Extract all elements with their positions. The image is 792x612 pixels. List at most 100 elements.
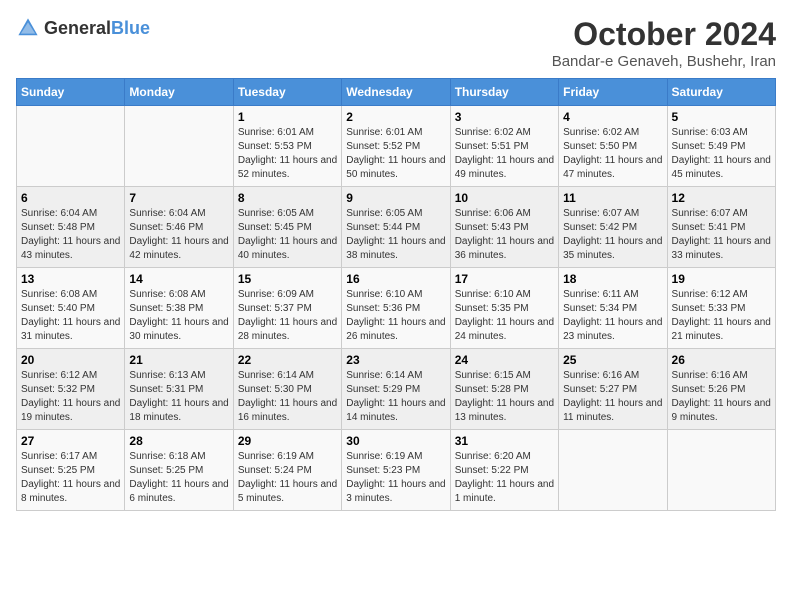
calendar-cell: 16Sunrise: 6:10 AMSunset: 5:36 PMDayligh…: [342, 268, 450, 349]
day-number: 24: [455, 353, 554, 367]
column-header-wednesday: Wednesday: [342, 79, 450, 106]
day-number: 29: [238, 434, 337, 448]
calendar-cell: 25 Sunrise: 6:16 AMSunset: 5:27 PMDayligh…: [559, 349, 667, 430]
column-header-thursday: Thursday: [450, 79, 558, 106]
day-number: 13: [21, 272, 120, 286]
calendar-cell: 7 Sunrise: 6:04 AMSunset: 5:46 PMDaylight…: [125, 187, 233, 268]
day-number: 23: [346, 353, 445, 367]
calendar-cell: 31 Sunrise: 6:20 AMSunset: 5:22 PMDayligh…: [450, 430, 558, 511]
calendar-cell: 23 Sunrise: 6:14 AMSunset: 5:29 PMDayligh…: [342, 349, 450, 430]
logo-text-blue: Blue: [111, 18, 150, 38]
day-number: 11: [563, 191, 662, 205]
day-info: Sunrise: 6:02 AMSunset: 5:50 PMDaylight:…: [563, 126, 662, 182]
day-info: Sunrise: 6:12 AMSunset: 5:32 PMDaylight:…: [21, 369, 120, 425]
logo-text-general: General: [44, 18, 111, 38]
day-number: 27: [21, 434, 120, 448]
day-info: Sunrise: 6:02 AMSunset: 5:51 PMDaylight:…: [455, 126, 554, 182]
subtitle: Bandar-e Genaveh, Bushehr, Iran: [552, 53, 776, 70]
week-row-5: 27 Sunrise: 6:17 AMSunset: 5:25 PMDayligh…: [17, 430, 776, 511]
calendar-cell: 27 Sunrise: 6:17 AMSunset: 5:25 PMDayligh…: [17, 430, 125, 511]
calendar-cell: 14 Sunrise: 6:08 AMSunset: 5:38 PMDayligh…: [125, 268, 233, 349]
day-info: Sunrise: 6:01 AMSunset: 5:53 PMDaylight:…: [238, 126, 337, 182]
day-info: Sunrise: 6:07 AMSunset: 5:42 PMDaylight:…: [563, 207, 662, 263]
day-info: Sunrise: 6:13 AMSunset: 5:31 PMDaylight:…: [129, 369, 228, 425]
day-number: 14: [129, 272, 228, 286]
calendar-cell: 4Sunrise: 6:02 AMSunset: 5:50 PMDaylight…: [559, 106, 667, 187]
day-number: 7: [129, 191, 228, 205]
day-number: 22: [238, 353, 337, 367]
calendar-table: SundayMondayTuesdayWednesdayThursdayFrid…: [16, 78, 776, 511]
week-row-2: 6Sunrise: 6:04 AMSunset: 5:48 PMDaylight…: [17, 187, 776, 268]
calendar-cell: 19 Sunrise: 6:12 AMSunset: 5:33 PMDayligh…: [667, 268, 775, 349]
header-row: SundayMondayTuesdayWednesdayThursdayFrid…: [17, 79, 776, 106]
column-header-friday: Friday: [559, 79, 667, 106]
title-block: October 2024 Bandar-e Genaveh, Bushehr, …: [552, 16, 776, 70]
day-number: 1: [238, 110, 337, 124]
day-number: 30: [346, 434, 445, 448]
calendar-cell: 20Sunrise: 6:12 AMSunset: 5:32 PMDayligh…: [17, 349, 125, 430]
day-info: Sunrise: 6:16 AMSunset: 5:26 PMDaylight:…: [672, 369, 771, 425]
day-number: 19: [672, 272, 771, 286]
day-info: Sunrise: 6:01 AMSunset: 5:52 PMDaylight:…: [346, 126, 445, 182]
page-header: GeneralBlue October 2024 Bandar-e Genave…: [16, 16, 776, 70]
day-info: Sunrise: 6:12 AMSunset: 5:33 PMDaylight:…: [672, 288, 771, 344]
day-info: Sunrise: 6:19 AMSunset: 5:24 PMDaylight:…: [238, 450, 337, 506]
calendar-cell: 26 Sunrise: 6:16 AMSunset: 5:26 PMDayligh…: [667, 349, 775, 430]
calendar-cell: 12 Sunrise: 6:07 AMSunset: 5:41 PMDayligh…: [667, 187, 775, 268]
day-number: 8: [238, 191, 337, 205]
calendar-cell: 8 Sunrise: 6:05 AMSunset: 5:45 PMDaylight…: [233, 187, 341, 268]
day-info: Sunrise: 6:16 AMSunset: 5:27 PMDaylight:…: [563, 369, 662, 425]
day-info: Sunrise: 6:06 AMSunset: 5:43 PMDaylight:…: [455, 207, 554, 263]
logo-icon: [16, 16, 40, 40]
calendar-cell: 2 Sunrise: 6:01 AMSunset: 5:52 PMDaylight…: [342, 106, 450, 187]
week-row-4: 20Sunrise: 6:12 AMSunset: 5:32 PMDayligh…: [17, 349, 776, 430]
day-info: Sunrise: 6:10 AMSunset: 5:36 PMDaylight:…: [346, 288, 445, 344]
day-number: 6: [21, 191, 120, 205]
day-number: 31: [455, 434, 554, 448]
calendar-cell: 30 Sunrise: 6:19 AMSunset: 5:23 PMDayligh…: [342, 430, 450, 511]
calendar-cell: [559, 430, 667, 511]
day-number: 2: [346, 110, 445, 124]
day-info: Sunrise: 6:08 AMSunset: 5:38 PMDaylight:…: [129, 288, 228, 344]
day-number: 17: [455, 272, 554, 286]
day-info: Sunrise: 6:03 AMSunset: 5:49 PMDaylight:…: [672, 126, 771, 182]
column-header-tuesday: Tuesday: [233, 79, 341, 106]
calendar-cell: 21 Sunrise: 6:13 AMSunset: 5:31 PMDayligh…: [125, 349, 233, 430]
column-header-saturday: Saturday: [667, 79, 775, 106]
calendar-cell: 15Sunrise: 6:09 AMSunset: 5:37 PMDayligh…: [233, 268, 341, 349]
day-info: Sunrise: 6:07 AMSunset: 5:41 PMDaylight:…: [672, 207, 771, 263]
day-number: 26: [672, 353, 771, 367]
day-info: Sunrise: 6:10 AMSunset: 5:35 PMDaylight:…: [455, 288, 554, 344]
calendar-cell: [125, 106, 233, 187]
day-number: 25: [563, 353, 662, 367]
calendar-cell: 22Sunrise: 6:14 AMSunset: 5:30 PMDayligh…: [233, 349, 341, 430]
week-row-3: 13 Sunrise: 6:08 AMSunset: 5:40 PMDayligh…: [17, 268, 776, 349]
week-row-1: 1 Sunrise: 6:01 AMSunset: 5:53 PMDaylight…: [17, 106, 776, 187]
day-number: 28: [129, 434, 228, 448]
day-number: 21: [129, 353, 228, 367]
column-header-sunday: Sunday: [17, 79, 125, 106]
day-number: 12: [672, 191, 771, 205]
day-info: Sunrise: 6:05 AMSunset: 5:45 PMDaylight:…: [238, 207, 337, 263]
day-info: Sunrise: 6:08 AMSunset: 5:40 PMDaylight:…: [21, 288, 120, 344]
day-info: Sunrise: 6:14 AMSunset: 5:29 PMDaylight:…: [346, 369, 445, 425]
day-number: 18: [563, 272, 662, 286]
day-info: Sunrise: 6:17 AMSunset: 5:25 PMDaylight:…: [21, 450, 120, 506]
calendar-cell: 17 Sunrise: 6:10 AMSunset: 5:35 PMDayligh…: [450, 268, 558, 349]
calendar-cell: 5Sunrise: 6:03 AMSunset: 5:49 PMDaylight…: [667, 106, 775, 187]
day-info: Sunrise: 6:19 AMSunset: 5:23 PMDaylight:…: [346, 450, 445, 506]
calendar-cell: 11 Sunrise: 6:07 AMSunset: 5:42 PMDayligh…: [559, 187, 667, 268]
day-number: 10: [455, 191, 554, 205]
day-info: Sunrise: 6:04 AMSunset: 5:46 PMDaylight:…: [129, 207, 228, 263]
day-info: Sunrise: 6:20 AMSunset: 5:22 PMDaylight:…: [455, 450, 554, 506]
calendar-cell: 3Sunrise: 6:02 AMSunset: 5:51 PMDaylight…: [450, 106, 558, 187]
day-info: Sunrise: 6:11 AMSunset: 5:34 PMDaylight:…: [563, 288, 662, 344]
calendar-cell: 18 Sunrise: 6:11 AMSunset: 5:34 PMDayligh…: [559, 268, 667, 349]
day-info: Sunrise: 6:09 AMSunset: 5:37 PMDaylight:…: [238, 288, 337, 344]
day-number: 9: [346, 191, 445, 205]
calendar-cell: 9Sunrise: 6:05 AMSunset: 5:44 PMDaylight…: [342, 187, 450, 268]
column-header-monday: Monday: [125, 79, 233, 106]
calendar-cell: 10 Sunrise: 6:06 AMSunset: 5:43 PMDayligh…: [450, 187, 558, 268]
day-info: Sunrise: 6:15 AMSunset: 5:28 PMDaylight:…: [455, 369, 554, 425]
calendar-cell: 1 Sunrise: 6:01 AMSunset: 5:53 PMDaylight…: [233, 106, 341, 187]
